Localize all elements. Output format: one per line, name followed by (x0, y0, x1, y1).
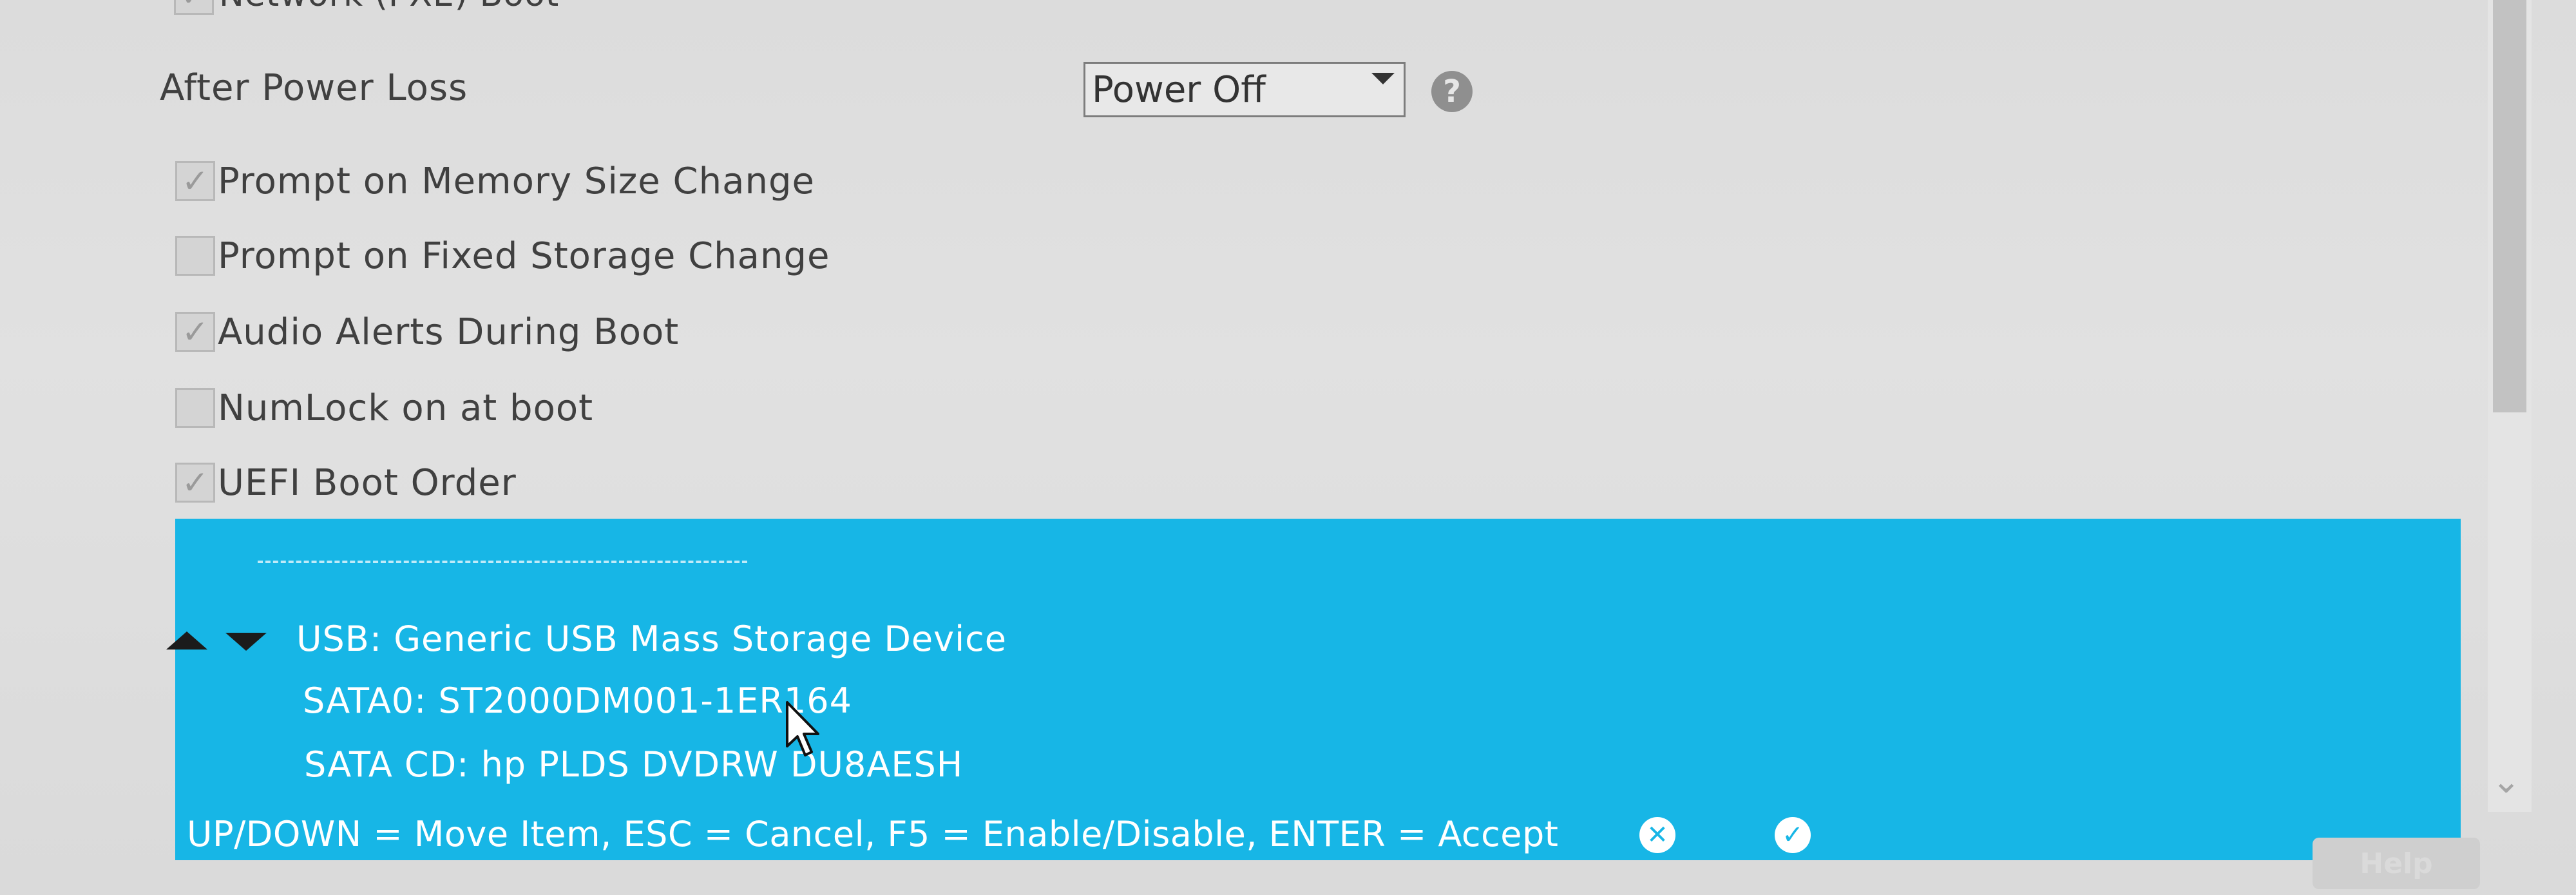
after-power-loss-value: Power Off (1092, 68, 1266, 111)
numlock-label: NumLock on at boot (218, 387, 594, 429)
memory-size-change-row[interactable]: ✓ Prompt on Memory Size Change (175, 152, 815, 210)
boot-device-sata-cd[interactable]: SATA CD: hp PLDS DVDRW DU8AESH (304, 744, 963, 785)
after-power-loss-label: After Power Loss (160, 67, 468, 109)
numlock-checkbox[interactable] (175, 388, 215, 428)
audio-alerts-row[interactable]: ✓ Audio Alerts During Boot (175, 303, 679, 361)
uefi-boot-order-row[interactable]: ✓ UEFI Boot Order (175, 454, 517, 512)
check-icon[interactable]: ✓ (1775, 817, 1811, 853)
fixed-storage-change-row[interactable]: Prompt on Fixed Storage Change (175, 227, 830, 285)
fixed-storage-change-checkbox[interactable] (175, 236, 215, 276)
uefi-boot-order-label: UEFI Boot Order (218, 461, 517, 504)
audio-alerts-checkbox[interactable]: ✓ (175, 312, 215, 352)
scrollbar-thumb[interactable] (2493, 0, 2526, 412)
memory-size-change-checkbox[interactable]: ✓ (175, 161, 215, 201)
boot-device-sata0[interactable]: SATA0: ST2000DM001-1ER164 (303, 680, 852, 721)
audio-alerts-label: Audio Alerts During Boot (218, 311, 680, 353)
network-boot-checkbox[interactable]: ✓ (174, 0, 214, 15)
numlock-row[interactable]: NumLock on at boot (175, 379, 593, 437)
uefi-boot-order-checkbox[interactable]: ✓ (175, 463, 215, 503)
help-button[interactable]: Help (2313, 838, 2480, 889)
after-power-loss-select[interactable]: Power Off (1083, 62, 1406, 117)
triangle-up-icon[interactable] (166, 631, 207, 650)
fixed-storage-change-label: Prompt on Fixed Storage Change (218, 235, 830, 277)
boot-order-instructions: UP/DOWN = Move Item, ESC = Cancel, F5 = … (187, 814, 1559, 854)
question-icon[interactable]: ? (1431, 71, 1473, 112)
boot-order-separator (258, 561, 747, 563)
close-icon[interactable]: ✕ (1639, 817, 1675, 853)
network-boot-label: Network (PXE) Boot (219, 0, 559, 14)
memory-size-change-label: Prompt on Memory Size Change (218, 160, 815, 202)
boot-device-usb[interactable]: USB: Generic USB Mass Storage Device (296, 619, 1007, 659)
mouse-cursor-icon (786, 701, 819, 756)
network-boot-row[interactable]: ✓ Network (PXE) Boot (174, 0, 559, 21)
triangle-down-icon[interactable] (225, 633, 267, 651)
scroll-down-icon[interactable]: ⌄ (2492, 760, 2521, 801)
chevron-down-icon (1371, 73, 1395, 84)
